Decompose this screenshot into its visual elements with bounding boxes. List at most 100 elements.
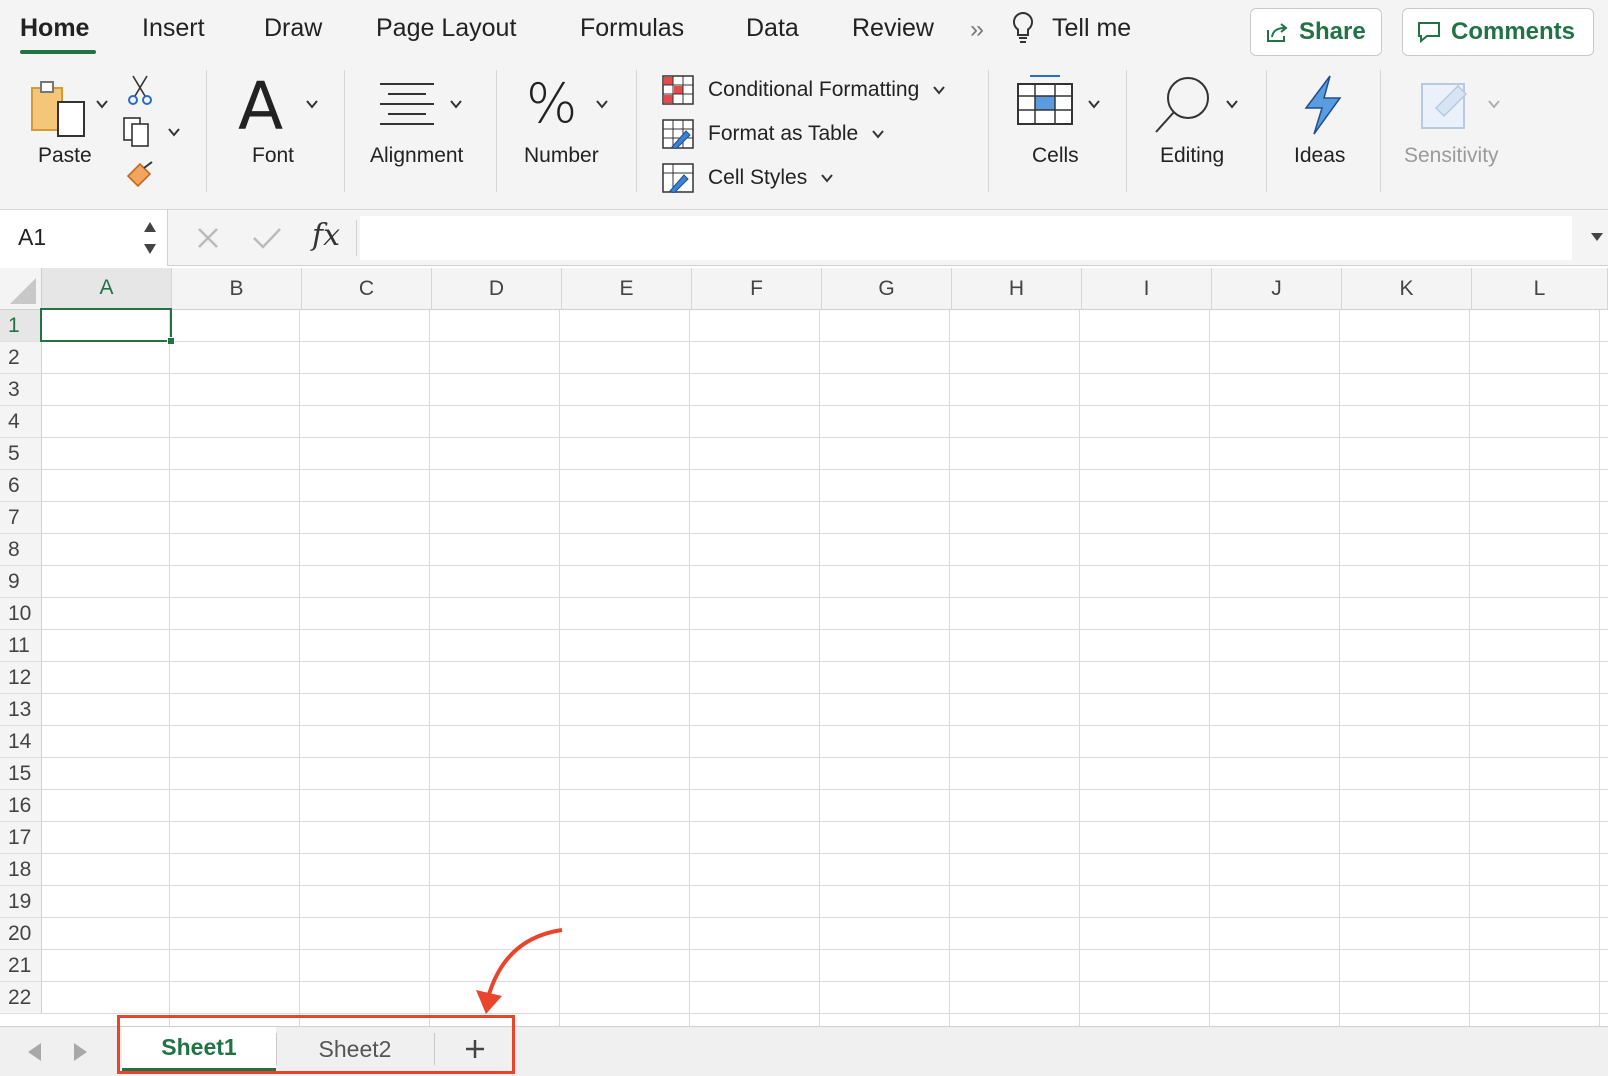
confirm-entry-icon[interactable] — [252, 226, 282, 250]
row-header-5[interactable]: 5 — [0, 438, 42, 470]
row-header-20[interactable]: 20 — [0, 918, 42, 950]
share-button[interactable]: Share — [1250, 8, 1382, 56]
row-header-16[interactable]: 16 — [0, 790, 42, 822]
column-header-g[interactable]: G — [822, 268, 952, 310]
sheet-tab-sheet2[interactable]: Sheet2 — [278, 1027, 432, 1071]
sheet-tab-sheet1[interactable]: Sheet1 — [122, 1027, 276, 1071]
row-header-12[interactable]: 12 — [0, 662, 42, 694]
share-icon — [1267, 23, 1288, 42]
column-header-c[interactable]: C — [302, 268, 432, 310]
tab-review[interactable]: Review — [852, 14, 934, 43]
format-painter-icon[interactable] — [124, 160, 156, 190]
column-header-l[interactable]: L — [1472, 268, 1608, 310]
column-header-j[interactable]: J — [1212, 268, 1342, 310]
add-sheet-button[interactable] — [436, 1027, 514, 1071]
row-header-18[interactable]: 18 — [0, 854, 42, 886]
tab-data[interactable]: Data — [746, 14, 799, 43]
format-as-table-icon — [662, 119, 694, 149]
comment-icon — [1418, 22, 1440, 43]
ideas-lightning-icon[interactable] — [1300, 74, 1346, 136]
ribbon-separator — [636, 70, 637, 192]
column-header-f[interactable]: F — [692, 268, 822, 310]
column-header-i[interactable]: I — [1082, 268, 1212, 310]
font-dropdown-icon[interactable] — [306, 98, 318, 110]
active-tab-indicator — [20, 50, 96, 54]
copy-icon[interactable] — [122, 116, 158, 148]
cancel-entry-icon[interactable] — [196, 226, 220, 250]
name-box-stepper-icon[interactable] — [142, 218, 158, 258]
row-header-21[interactable]: 21 — [0, 950, 42, 982]
expand-formula-bar-icon[interactable] — [1590, 230, 1604, 244]
sensitivity-label: Sensitivity — [1404, 144, 1499, 167]
sheet-tab-bar: Sheet1 Sheet2 — [0, 1026, 1608, 1076]
spreadsheet-grid: ABCDEFGHIJKL 1 2 3 4 5 6 7 8 9 10 11 12 13 14 15 16 17 18… — [0, 268, 1608, 1026]
comments-button[interactable]: Comments — [1402, 8, 1594, 56]
editing-label[interactable]: Editing — [1160, 144, 1224, 168]
tell-me-label[interactable]: Tell me — [1052, 14, 1131, 43]
search-icon[interactable] — [1152, 74, 1214, 136]
paste-icon[interactable] — [30, 78, 86, 140]
next-sheet-icon[interactable] — [74, 1043, 87, 1061]
name-box-value: A1 — [18, 224, 47, 250]
cells-dropdown-icon[interactable] — [1088, 98, 1100, 110]
alignment-dropdown-icon[interactable] — [450, 98, 462, 110]
previous-sheet-icon[interactable] — [28, 1043, 41, 1061]
row-header-13[interactable]: 13 — [0, 694, 42, 726]
insert-function-icon[interactable]: fx — [312, 218, 340, 253]
ribbon-separator — [206, 70, 207, 192]
alignment-icon[interactable] — [378, 82, 436, 126]
tab-page-layout[interactable]: Page Layout — [376, 14, 516, 43]
row-header-17[interactable]: 17 — [0, 822, 42, 854]
number-dropdown-icon[interactable] — [596, 98, 608, 110]
row-header-2[interactable]: 2 — [0, 342, 42, 374]
tab-home[interactable]: Home — [20, 14, 89, 43]
cut-icon[interactable] — [127, 74, 153, 106]
row-header-14[interactable]: 14 — [0, 726, 42, 758]
font-label[interactable]: Font — [252, 144, 294, 168]
row-header-6[interactable]: 6 — [0, 470, 42, 502]
row-header-11[interactable]: 11 — [0, 630, 42, 662]
row-header-19[interactable]: 19 — [0, 886, 42, 918]
formula-input[interactable] — [360, 216, 1572, 260]
conditional-formatting-icon — [662, 75, 694, 105]
row-header-22[interactable]: 22 — [0, 982, 42, 1014]
paste-dropdown-icon[interactable] — [96, 98, 108, 110]
alignment-label[interactable]: Alignment — [370, 144, 463, 168]
select-all-corner[interactable] — [0, 268, 42, 310]
column-header-a[interactable]: A — [42, 268, 172, 310]
paste-label[interactable]: Paste — [38, 144, 92, 168]
row-header-3[interactable]: 3 — [0, 374, 42, 406]
cell-area[interactable] — [42, 310, 1608, 1026]
ideas-label[interactable]: Ideas — [1294, 144, 1345, 168]
font-icon[interactable]: A — [238, 68, 283, 145]
number-label[interactable]: Number — [524, 144, 599, 168]
percent-icon[interactable]: % — [526, 72, 577, 135]
editing-dropdown-icon[interactable] — [1226, 98, 1238, 110]
tab-insert[interactable]: Insert — [142, 14, 205, 43]
copy-dropdown-icon[interactable] — [168, 126, 180, 138]
row-header-7[interactable]: 7 — [0, 502, 42, 534]
more-tabs-icon[interactable]: ›› — [970, 16, 984, 44]
name-box[interactable]: A1 — [0, 210, 168, 266]
row-header-4[interactable]: 4 — [0, 406, 42, 438]
fill-handle[interactable] — [167, 337, 175, 345]
cells-icon[interactable] — [1016, 72, 1076, 130]
conditional-formatting-button[interactable]: Conditional Formatting — [662, 73, 946, 107]
row-header-15[interactable]: 15 — [0, 758, 42, 790]
tab-draw[interactable]: Draw — [264, 14, 322, 43]
column-header-h[interactable]: H — [952, 268, 1082, 310]
cells-label[interactable]: Cells — [1032, 144, 1079, 168]
column-header-e[interactable]: E — [562, 268, 692, 310]
tab-formulas[interactable]: Formulas — [580, 14, 684, 43]
row-header-10[interactable]: 10 — [0, 598, 42, 630]
column-header-d[interactable]: D — [432, 268, 562, 310]
cell-styles-button[interactable]: Cell Styles — [662, 161, 833, 195]
row-header-1[interactable]: 1 — [0, 310, 42, 342]
lightbulb-icon[interactable] — [1010, 10, 1036, 46]
column-header-k[interactable]: K — [1342, 268, 1472, 310]
active-cell-a1[interactable] — [40, 308, 172, 342]
row-header-8[interactable]: 8 — [0, 534, 42, 566]
column-header-b[interactable]: B — [172, 268, 302, 310]
format-as-table-button[interactable]: Format as Table — [662, 117, 884, 151]
row-header-9[interactable]: 9 — [0, 566, 42, 598]
